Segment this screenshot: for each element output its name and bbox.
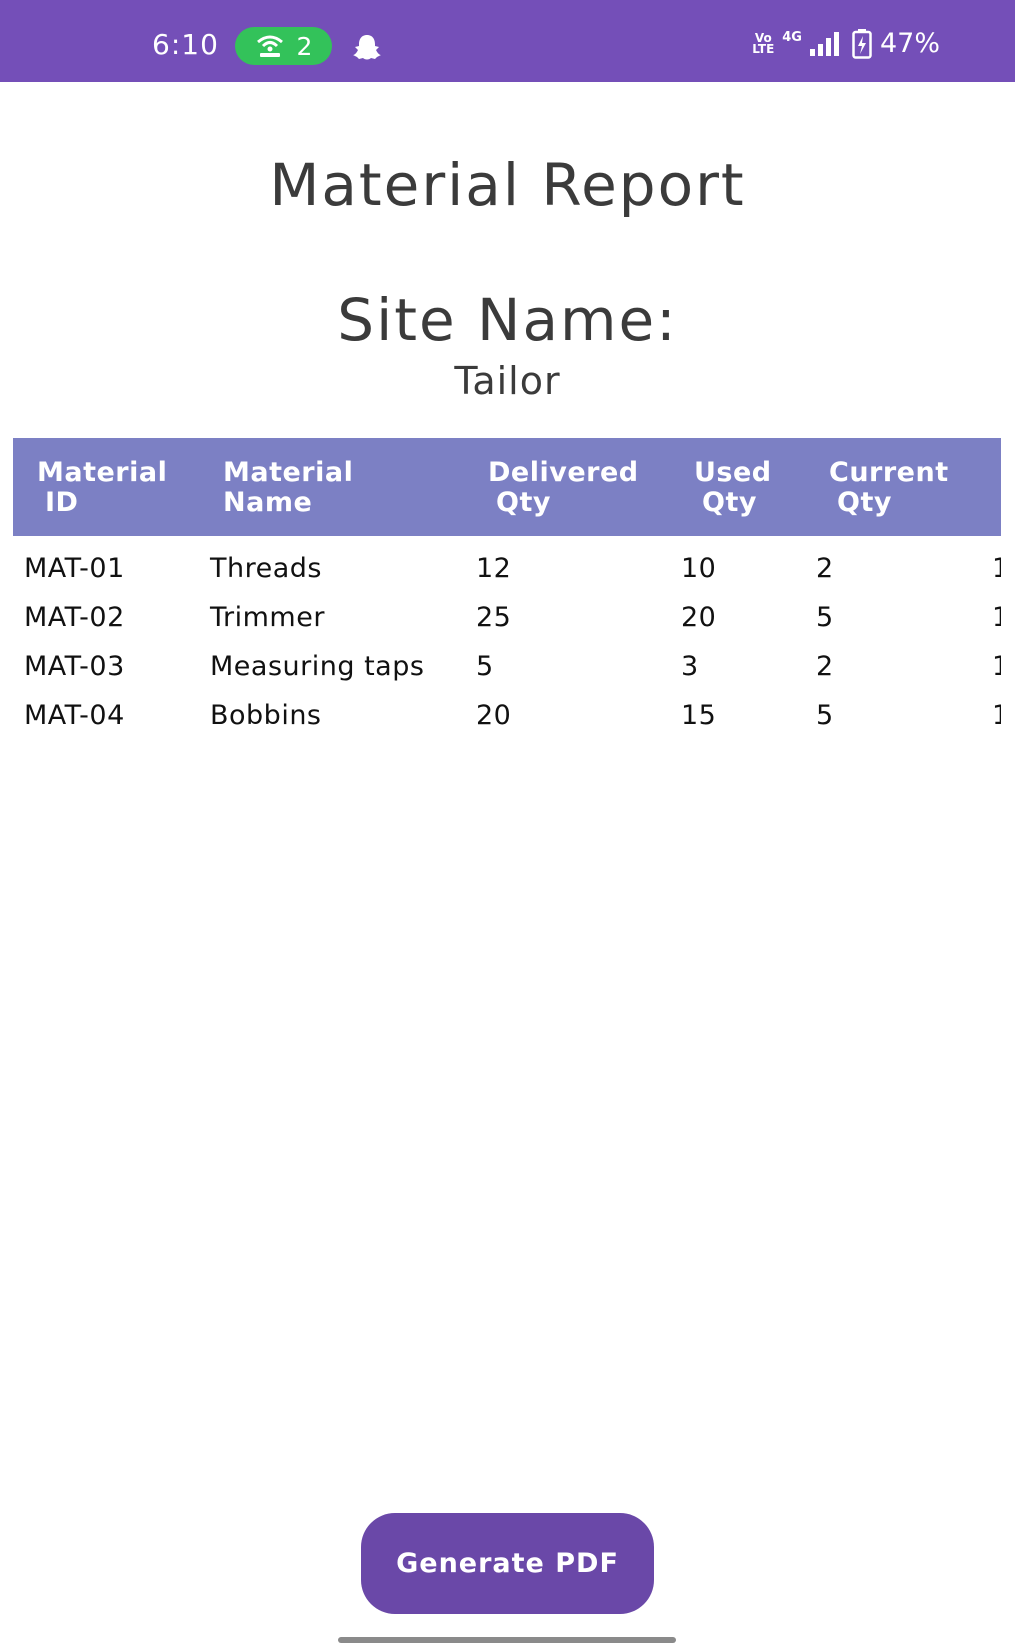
cell-current-qty: 5 bbox=[816, 700, 834, 731]
status-bar: 6:10 2 Vo LTE 4G 47% bbox=[0, 0, 1015, 82]
header-material-id: Material ID bbox=[37, 457, 168, 518]
cell-material-name: Trimmer bbox=[210, 602, 325, 633]
table-row: MAT-03 Measuring taps 5 3 2 1 bbox=[13, 644, 1001, 693]
cell-material-id: MAT-03 bbox=[24, 651, 125, 682]
cell-clipped-column: 1 bbox=[992, 554, 1001, 584]
cell-material-id: MAT-02 bbox=[24, 602, 125, 633]
cell-delivered-qty: 12 bbox=[476, 553, 512, 584]
header-current-qty: Current Qty bbox=[829, 457, 949, 518]
material-table: Material ID Material Name Delivered Qty … bbox=[13, 438, 1001, 742]
cell-used-qty: 15 bbox=[681, 700, 717, 731]
cell-current-qty: 2 bbox=[816, 651, 834, 682]
table-header: Material ID Material Name Delivered Qty … bbox=[13, 438, 1001, 536]
material-report-screen: 6:10 2 Vo LTE 4G 47% Material Report Sit… bbox=[0, 0, 1015, 1648]
hotspot-count: 2 bbox=[296, 31, 313, 61]
site-name-value: Tailor bbox=[454, 359, 561, 403]
cell-delivered-qty: 20 bbox=[476, 700, 512, 731]
cell-material-name: Measuring taps bbox=[210, 651, 425, 682]
snapchat-icon bbox=[353, 35, 381, 60]
status-right-cluster: Vo LTE 4G 47% bbox=[752, 28, 940, 59]
cell-clipped-column: 1 bbox=[992, 652, 1001, 682]
cell-delivered-qty: 5 bbox=[476, 651, 494, 682]
battery-charging-icon bbox=[852, 28, 872, 59]
header-delivered-qty: Delivered Qty bbox=[488, 457, 639, 518]
battery-percentage: 47% bbox=[879, 28, 940, 59]
generate-pdf-button[interactable]: Generate PDF bbox=[361, 1513, 654, 1614]
signal-icon bbox=[809, 31, 839, 56]
table-row: MAT-02 Trimmer 25 20 5 1 bbox=[13, 595, 1001, 644]
home-gesture-bar[interactable] bbox=[338, 1637, 676, 1643]
header-material-name: Material Name bbox=[223, 457, 354, 518]
network-type-label: 4G bbox=[782, 30, 802, 45]
cell-clipped-column: 1 bbox=[992, 603, 1001, 633]
volte-icon: Vo LTE bbox=[752, 30, 775, 56]
cell-clipped-column: 1 bbox=[992, 701, 1001, 731]
cell-material-id: MAT-04 bbox=[24, 700, 125, 731]
hotspot-icon bbox=[256, 35, 283, 57]
cell-used-qty: 3 bbox=[681, 651, 699, 682]
header-used-qty: Used Qty bbox=[694, 457, 772, 518]
page-title: Material Report bbox=[269, 151, 746, 219]
status-time: 6:10 bbox=[152, 28, 219, 61]
cell-current-qty: 5 bbox=[816, 602, 834, 633]
cell-material-name: Bobbins bbox=[210, 700, 322, 731]
site-name-label: Site Name: bbox=[337, 286, 678, 354]
cell-used-qty: 20 bbox=[681, 602, 717, 633]
hotspot-indicator[interactable]: 2 bbox=[235, 27, 332, 65]
cell-current-qty: 2 bbox=[816, 553, 834, 584]
cell-delivered-qty: 25 bbox=[476, 602, 512, 633]
table-row: MAT-01 Threads 12 10 2 1 bbox=[13, 546, 1001, 595]
table-row: MAT-04 Bobbins 20 15 5 1 bbox=[13, 693, 1001, 742]
cell-material-id: MAT-01 bbox=[24, 553, 125, 584]
cell-used-qty: 10 bbox=[681, 553, 717, 584]
cell-material-name: Threads bbox=[210, 553, 322, 584]
